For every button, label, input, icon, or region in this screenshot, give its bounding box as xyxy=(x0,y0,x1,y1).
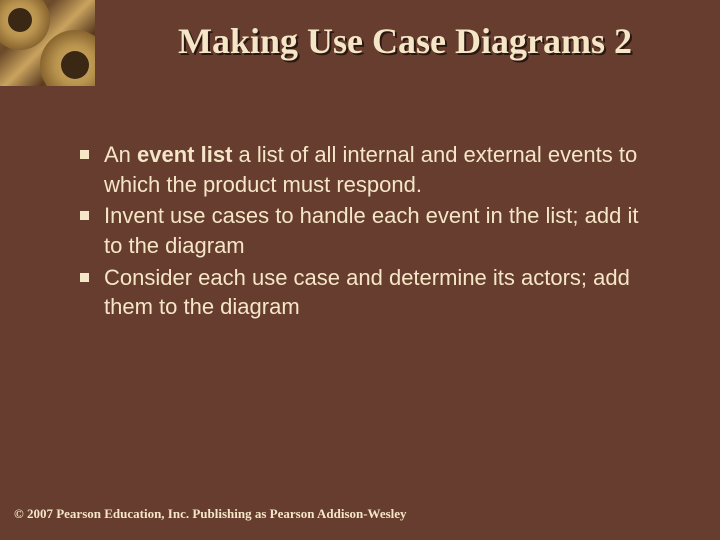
slide-title: Making Use Case Diagrams 2 xyxy=(110,20,700,62)
bullet-text-rest: Consider each use case and determine its… xyxy=(104,265,630,320)
bullet-text-rest: Invent use cases to handle each event in… xyxy=(104,203,638,258)
corner-decorative-image xyxy=(0,0,95,86)
bullet-item: Invent use cases to handle each event in… xyxy=(80,201,660,260)
bullet-text-prefix: An xyxy=(104,142,137,167)
bullet-item: Consider each use case and determine its… xyxy=(80,263,660,322)
bullet-bold-term: event list xyxy=(137,142,232,167)
bullet-item: An event list a list of all internal and… xyxy=(80,140,660,199)
gear-icon xyxy=(0,0,50,50)
gear-icon xyxy=(40,30,95,86)
copyright-footer: © 2007 Pearson Education, Inc. Publishin… xyxy=(14,506,407,522)
slide-content: An event list a list of all internal and… xyxy=(80,140,660,324)
